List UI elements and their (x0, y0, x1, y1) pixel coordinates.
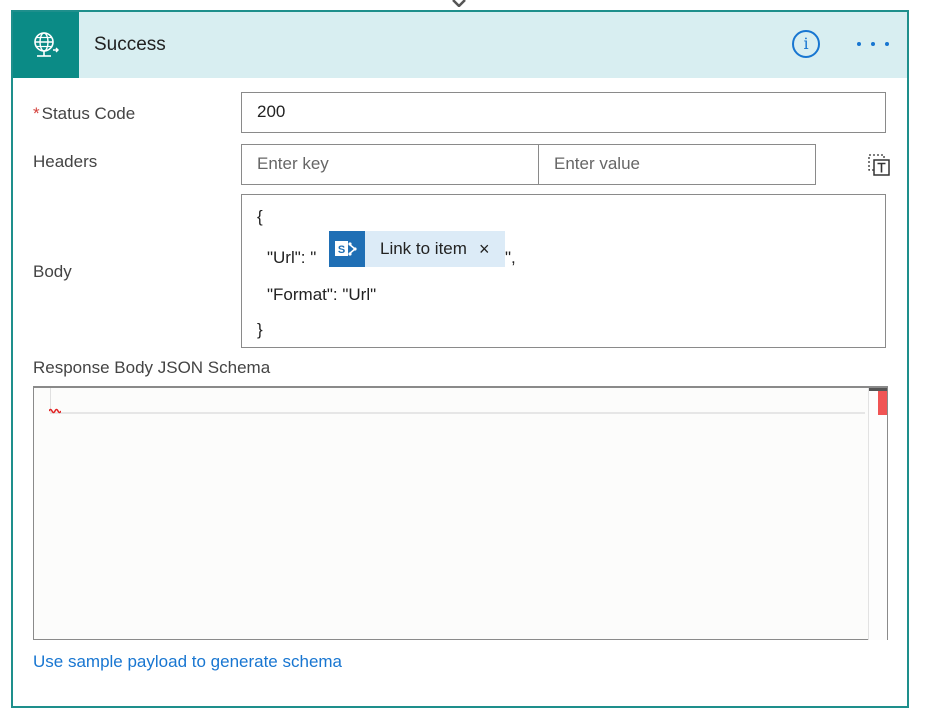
globe-request-icon (13, 12, 79, 78)
schema-label: Response Body JSON Schema (33, 358, 271, 377)
schema-code-editor[interactable] (33, 386, 888, 640)
body-line-2-prefix: "Url": " (267, 248, 317, 267)
header-value-input[interactable]: Enter value (538, 144, 816, 185)
connector-arrow-icon (452, 0, 466, 7)
card-header[interactable]: Success i (13, 12, 907, 78)
status-code-input[interactable]: 200 (241, 92, 886, 133)
info-icon[interactable]: i (792, 30, 820, 58)
token-label: Link to item (380, 239, 467, 258)
text-mode-icon[interactable] (868, 154, 890, 176)
body-line-2-suffix: ", (505, 248, 516, 267)
headers-label: Headers (33, 152, 98, 171)
body-editor[interactable]: { "Url": " S Link to item × ", "Format":… (241, 194, 886, 348)
generate-schema-link[interactable]: Use sample payload to generate schema (33, 652, 342, 672)
status-code-label-text: Status Code (41, 104, 136, 123)
status-code-label: * Status Code (33, 104, 135, 124)
header-key-input[interactable]: Enter key (241, 144, 539, 185)
body-line-3: "Format": "Url" (267, 285, 377, 304)
close-icon[interactable]: × (479, 240, 490, 258)
scroll-error-marker (878, 391, 887, 415)
svg-text:S: S (338, 244, 345, 256)
ellipsis-icon[interactable] (857, 37, 889, 51)
error-squiggle-icon (49, 408, 61, 414)
editor-scrollbar[interactable] (868, 388, 887, 640)
editor-current-line (50, 388, 865, 414)
dynamic-content-token[interactable]: S Link to item × (329, 231, 505, 267)
body-label: Body (33, 262, 72, 281)
body-line-1: { (257, 207, 263, 226)
required-marker: * (33, 104, 40, 123)
body-line-4: } (257, 320, 263, 339)
sharepoint-icon: S (329, 231, 365, 267)
action-title[interactable]: Success (94, 34, 166, 56)
action-card: Success i * Status Code 200 Headers Enter… (11, 10, 909, 708)
